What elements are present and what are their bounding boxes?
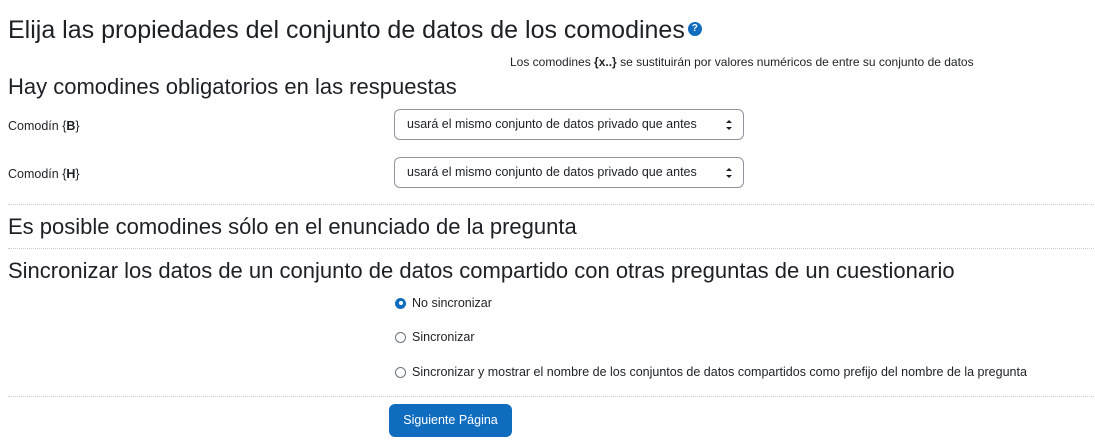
radio-no-sync[interactable]: No sincronizar [395,296,492,310]
radio-button[interactable] [395,366,406,378]
select-arrows-icon [726,168,732,178]
wildcard-select-h[interactable]: usará el mismo conjunto de datos privado… [394,157,744,188]
wildcard-select-b[interactable]: usará el mismo conjunto de datos privado… [394,109,744,140]
radio-label: Sincronizar [412,330,475,344]
section-mandatory-heading: Hay comodines obligatorios en las respue… [8,74,457,99]
select-arrows-icon [726,120,732,130]
note-prefix: Los comodines [510,55,595,69]
question-circle-icon[interactable]: ? [687,22,702,37]
divider [8,396,1094,397]
page-title: Elija las propiedades del conjunto de da… [8,14,702,46]
divider [8,204,1094,205]
next-page-button[interactable]: Siguiente Página [389,404,512,437]
note-suffix: se sustituirán por valores numéricos de … [616,55,974,69]
wildcard-label-h: Comodín {H} [8,167,80,181]
section-sync-heading: Sincronizar los datos de un conjunto de … [8,258,955,283]
wildcard-select-b-value: usará el mismo conjunto de datos privado… [407,117,697,131]
label-prefix: Comodín { [8,119,67,133]
section-possible-heading: Es posible comodines sólo en el enunciad… [8,214,577,239]
wildcards-note: Los comodines {x..} se sustituirán por v… [510,55,974,69]
radio-button[interactable] [395,331,406,343]
divider [8,248,1094,249]
label-suffix: } [75,167,80,181]
wildcard-select-h-value: usará el mismo conjunto de datos privado… [407,165,697,179]
page-title-text: Elija las propiedades del conjunto de da… [8,16,685,44]
label-suffix: } [75,119,80,133]
radio-sync[interactable]: Sincronizar [395,330,475,344]
radio-sync-prefix[interactable]: Sincronizar y mostrar el nombre de los c… [395,365,1027,379]
wildcard-label-b: Comodín {B} [8,119,80,133]
radio-label: No sincronizar [412,296,492,310]
note-bold: {x..} [594,55,617,69]
label-prefix: Comodín { [8,167,67,181]
radio-button-checked[interactable] [395,297,406,309]
radio-label: Sincronizar y mostrar el nombre de los c… [412,365,1027,379]
